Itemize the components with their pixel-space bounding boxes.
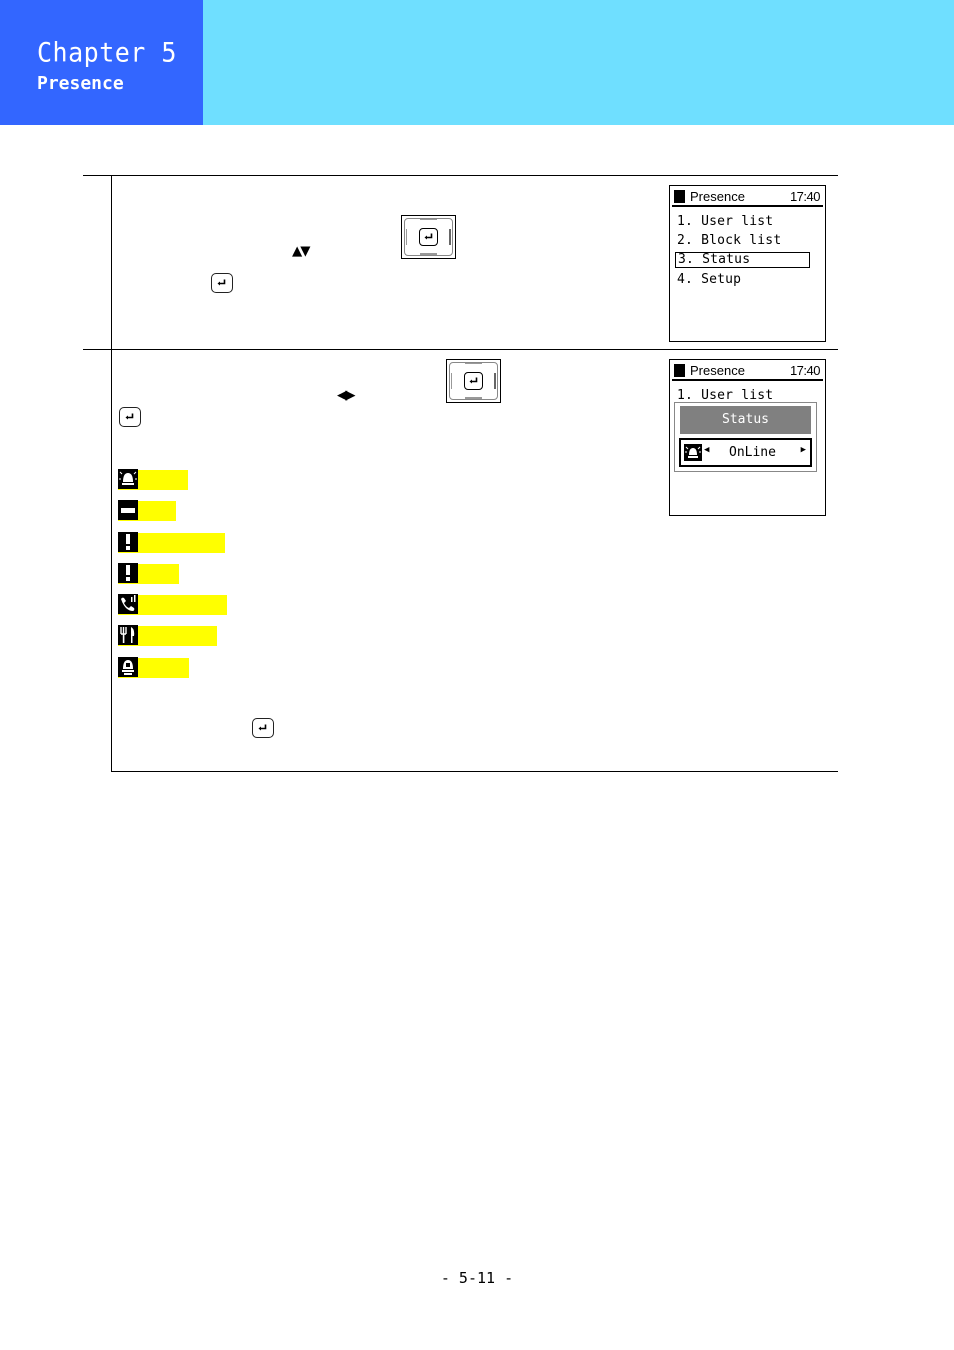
online-icon	[684, 444, 702, 461]
header-band	[203, 0, 954, 125]
screen-title: Presence	[690, 363, 745, 378]
alert-icon	[118, 532, 138, 552]
alert-icon	[118, 563, 138, 583]
left-right-arrows-icon: ◀▶	[337, 385, 356, 405]
phone-screen-status: Presence 17:40 1. User list Status ◀ OnL…	[669, 359, 826, 516]
popup-title: Status	[680, 406, 811, 434]
selector-value: OnLine	[729, 445, 776, 460]
screen-time: 17:40	[789, 189, 821, 204]
signal-block-icon	[674, 190, 685, 203]
status-selector[interactable]: ◀ OnLine ▶	[679, 438, 812, 467]
screen-title-bar: Presence 17:40	[672, 362, 823, 381]
enter-key-icon	[119, 407, 141, 427]
enter-key-icon	[252, 718, 274, 738]
table-bottom-border	[111, 771, 838, 772]
out-to-lunch-icon	[118, 625, 138, 645]
menu-item-block-list[interactable]: 2. Block list	[677, 233, 781, 248]
selector-left-arrow[interactable]: ◀	[704, 445, 709, 455]
online-icon	[118, 469, 138, 489]
status-popup: Status ◀ OnLine ▶	[674, 402, 817, 472]
busy-icon	[118, 500, 138, 520]
offline-icon	[118, 657, 138, 677]
screen-time: 17:40	[789, 363, 821, 378]
phone-screen-menu: Presence 17:40 1. User list 2. Block lis…	[669, 185, 826, 342]
page-number: - 5-11 -	[440, 1269, 514, 1287]
nav-keypad-icon	[401, 215, 456, 259]
screen-title-bar: Presence 17:40	[672, 188, 823, 207]
menu-item-setup[interactable]: 4. Setup	[677, 272, 741, 287]
table-column-divider	[111, 175, 112, 772]
on-phone-icon	[118, 594, 138, 614]
menu-item-status[interactable]: 3. Status	[675, 252, 810, 268]
table-top-border	[83, 175, 838, 176]
chapter-section: Presence	[37, 73, 124, 94]
up-down-arrows-icon: ▲▼	[292, 241, 311, 261]
menu-item-user-list: 1. User list	[677, 388, 774, 403]
chapter-banner: Chapter 5 Presence	[0, 0, 203, 125]
enter-key-icon	[211, 273, 233, 293]
screen-title: Presence	[690, 189, 745, 204]
menu-item-user-list[interactable]: 1. User list	[677, 214, 773, 229]
signal-block-icon	[674, 364, 685, 377]
table-row-divider	[83, 349, 838, 350]
selector-right-arrow[interactable]: ▶	[801, 445, 806, 455]
nav-keypad-icon	[446, 359, 501, 403]
chapter-title: Chapter 5	[37, 36, 177, 69]
